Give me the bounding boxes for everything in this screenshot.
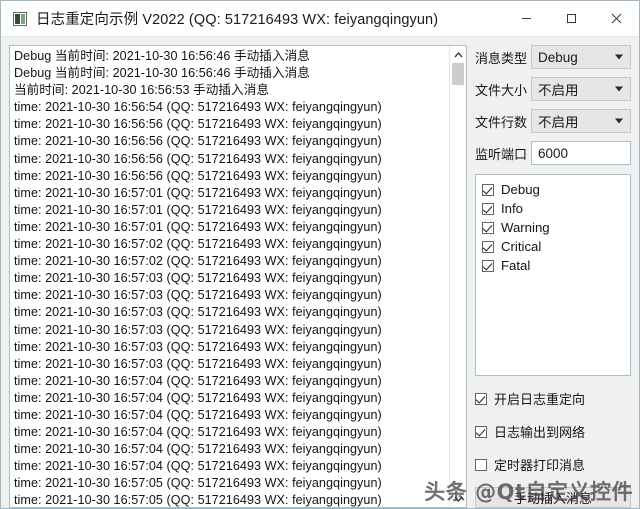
log-line: Debug 当前时间: 2021-10-30 16:56:46 手动插入消息 xyxy=(14,49,310,63)
log-line: 当前时间: 2021-10-30 16:56:53 手动插入消息 xyxy=(14,83,269,98)
log-level-label: Debug xyxy=(501,182,540,198)
option-list: 开启日志重定向 日志输出到网络 定时器打印消息 xyxy=(475,388,631,487)
log-line: time: 2021-10-30 16:57:05 (QQ: 517216493… xyxy=(14,493,382,507)
checkbox-checked-icon[interactable] xyxy=(482,183,494,196)
option-checkbox[interactable]: 日志输出到网络 xyxy=(475,421,631,442)
checkbox-checked-icon[interactable] xyxy=(482,240,494,253)
log-line: time: 2021-10-30 16:57:03 (QQ: 517216493… xyxy=(14,322,382,337)
settings-panel: 消息类型 Debug 文件大小 不启用 文件行数 不启用 监听端口 6000 D… xyxy=(475,45,631,508)
checkbox-checked-icon[interactable] xyxy=(475,392,487,405)
log-panel: Debug 当前时间: 2021-10-30 16:56:46 手动插入消息 De… xyxy=(9,45,467,508)
log-level-checkbox[interactable]: Debug xyxy=(482,181,630,199)
chevron-down-icon xyxy=(615,54,623,60)
file-size-label: 文件大小 xyxy=(475,82,528,98)
log-line: time: 2021-10-30 16:57:01 (QQ: 517216493… xyxy=(14,219,382,234)
log-line: time: 2021-10-30 16:57:01 (QQ: 517216493… xyxy=(14,185,382,200)
log-line: time: 2021-10-30 16:57:04 (QQ: 517216493… xyxy=(14,390,382,405)
log-line: Debug 当前时间: 2021-10-30 16:56:46 手动插入消息 xyxy=(14,66,310,81)
log-level-label: Fatal xyxy=(501,258,531,274)
log-line: time: 2021-10-30 16:56:56 (QQ: 517216493… xyxy=(14,117,382,132)
file-lines-value: 不启用 xyxy=(538,115,579,130)
log-line: time: 2021-10-30 16:57:03 (QQ: 517216493… xyxy=(14,356,382,371)
log-line: time: 2021-10-30 16:56:56 (QQ: 517216493… xyxy=(14,168,382,183)
log-line: time: 2021-10-30 16:57:03 (QQ: 517216493… xyxy=(14,305,382,320)
listen-port-label: 监听端口 xyxy=(475,146,528,162)
listen-port-value: 6000 xyxy=(538,145,569,161)
scrollbar-thumb[interactable] xyxy=(452,63,464,85)
listen-port-input[interactable]: 6000 xyxy=(531,141,631,165)
checkbox-checked-icon[interactable] xyxy=(482,202,494,215)
main-content: Debug 当前时间: 2021-10-30 16:56:46 手动插入消息 De… xyxy=(1,37,639,508)
field-file-lines: 文件行数 不启用 xyxy=(475,109,631,133)
window-title: 日志重定向示例 V2022 (QQ: 517216493 WX: feiyang… xyxy=(36,12,439,28)
log-line: time: 2021-10-30 16:57:02 (QQ: 517216493… xyxy=(14,254,382,269)
option-label: 定时器打印消息 xyxy=(494,458,586,473)
log-list[interactable]: Debug 当前时间: 2021-10-30 16:56:46 手动插入消息 De… xyxy=(10,46,449,507)
log-level-checkbox[interactable]: Warning xyxy=(482,219,630,237)
file-lines-label: 文件行数 xyxy=(475,114,528,130)
log-line: time: 2021-10-30 16:57:02 (QQ: 517216493… xyxy=(14,237,382,252)
log-line: time: 2021-10-30 16:57:03 (QQ: 517216493… xyxy=(14,271,382,286)
log-line: time: 2021-10-30 16:57:05 (QQ: 517216493… xyxy=(14,476,382,491)
log-line: time: 2021-10-30 16:57:04 (QQ: 517216493… xyxy=(14,442,382,457)
log-line: time: 2021-10-30 16:57:04 (QQ: 517216493… xyxy=(14,407,382,422)
log-level-list: Debug Info Warning Critical Fatal xyxy=(475,174,631,376)
log-level-label: Info xyxy=(501,201,523,217)
log-line: time: 2021-10-30 16:57:04 (QQ: 517216493… xyxy=(14,459,382,474)
app-logo-icon xyxy=(13,11,27,26)
log-level-label: Warning xyxy=(501,220,550,236)
option-label: 开启日志重定向 xyxy=(494,392,586,407)
file-size-value: 不启用 xyxy=(538,83,579,98)
checkbox-checked-icon[interactable] xyxy=(475,425,487,438)
log-level-label: Critical xyxy=(501,239,542,255)
log-level-checkbox[interactable]: Info xyxy=(482,200,630,218)
checkbox-checked-icon[interactable] xyxy=(482,221,494,234)
log-line: time: 2021-10-30 16:56:56 (QQ: 517216493… xyxy=(14,134,382,149)
log-level-checkbox[interactable]: Critical xyxy=(482,238,630,256)
message-type-value: Debug xyxy=(538,49,578,65)
app-window: 日志重定向示例 V2022 (QQ: 517216493 WX: feiyang… xyxy=(0,0,640,509)
chevron-down-icon xyxy=(615,86,623,92)
log-line: time: 2021-10-30 16:56:56 (QQ: 517216493… xyxy=(14,151,382,166)
checkbox-checked-icon[interactable] xyxy=(482,259,494,272)
log-line: time: 2021-10-30 16:57:04 (QQ: 517216493… xyxy=(14,373,382,388)
option-checkbox[interactable]: 定时器打印消息 xyxy=(475,454,631,475)
minimize-icon[interactable] xyxy=(504,1,549,36)
scrollbar-track[interactable] xyxy=(450,63,466,490)
log-line: time: 2021-10-30 16:56:54 (QQ: 517216493… xyxy=(14,100,382,115)
field-listen-port: 监听端口 6000 xyxy=(475,141,631,165)
title-bar: 日志重定向示例 V2022 (QQ: 517216493 WX: feiyang… xyxy=(1,1,639,37)
maximize-icon[interactable] xyxy=(549,1,594,36)
option-checkbox[interactable]: 开启日志重定向 xyxy=(475,388,631,409)
scroll-up-icon[interactable] xyxy=(450,46,466,63)
log-line: time: 2021-10-30 16:57:04 (QQ: 517216493… xyxy=(14,425,382,440)
scroll-down-icon[interactable] xyxy=(450,490,466,507)
window-controls xyxy=(504,1,639,36)
checkbox-unchecked-icon[interactable] xyxy=(475,458,487,471)
log-scrollbar[interactable] xyxy=(449,46,466,507)
field-file-size: 文件大小 不启用 xyxy=(475,77,631,101)
message-type-select[interactable]: Debug xyxy=(531,45,631,69)
file-size-select[interactable]: 不启用 xyxy=(531,77,631,101)
option-label: 日志输出到网络 xyxy=(494,425,586,440)
field-message-type: 消息类型 Debug xyxy=(475,45,631,69)
insert-message-button[interactable]: 手动插入消息 xyxy=(475,487,631,508)
close-icon[interactable] xyxy=(594,1,639,36)
message-type-label: 消息类型 xyxy=(475,50,528,66)
file-lines-select[interactable]: 不启用 xyxy=(531,109,631,133)
log-line: time: 2021-10-30 16:57:03 (QQ: 517216493… xyxy=(14,339,382,354)
log-line: time: 2021-10-30 16:57:01 (QQ: 517216493… xyxy=(14,202,382,217)
log-level-checkbox[interactable]: Fatal xyxy=(482,257,630,275)
log-line: time: 2021-10-30 16:57:03 (QQ: 517216493… xyxy=(14,288,382,303)
chevron-down-icon xyxy=(615,118,623,124)
